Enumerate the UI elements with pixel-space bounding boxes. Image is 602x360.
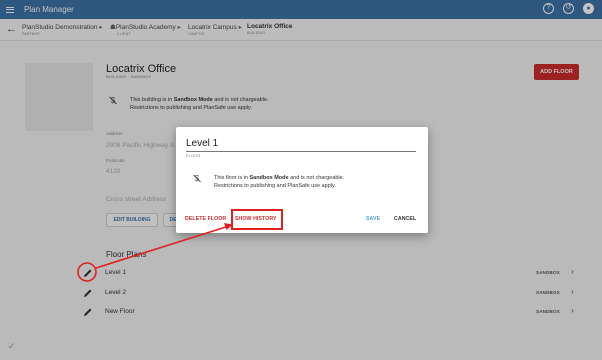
cancel-button[interactable]: CANCEL	[394, 216, 416, 222]
money-off-icon: $	[190, 174, 204, 183]
floor-sandbox-note: $ This floor is in Sandbox Mode and is n…	[190, 174, 344, 190]
floor-name-label: FLOOR	[186, 154, 201, 158]
edit-floor-dialog: Level 1 FLOOR $ This floor is in Sandbox…	[176, 127, 428, 233]
save-button[interactable]: SAVE	[366, 216, 380, 222]
floor-name-input[interactable]: Level 1	[186, 138, 416, 152]
delete-floor-button[interactable]: DELETE FLOOR	[185, 216, 226, 222]
show-history-highlight	[231, 209, 283, 230]
